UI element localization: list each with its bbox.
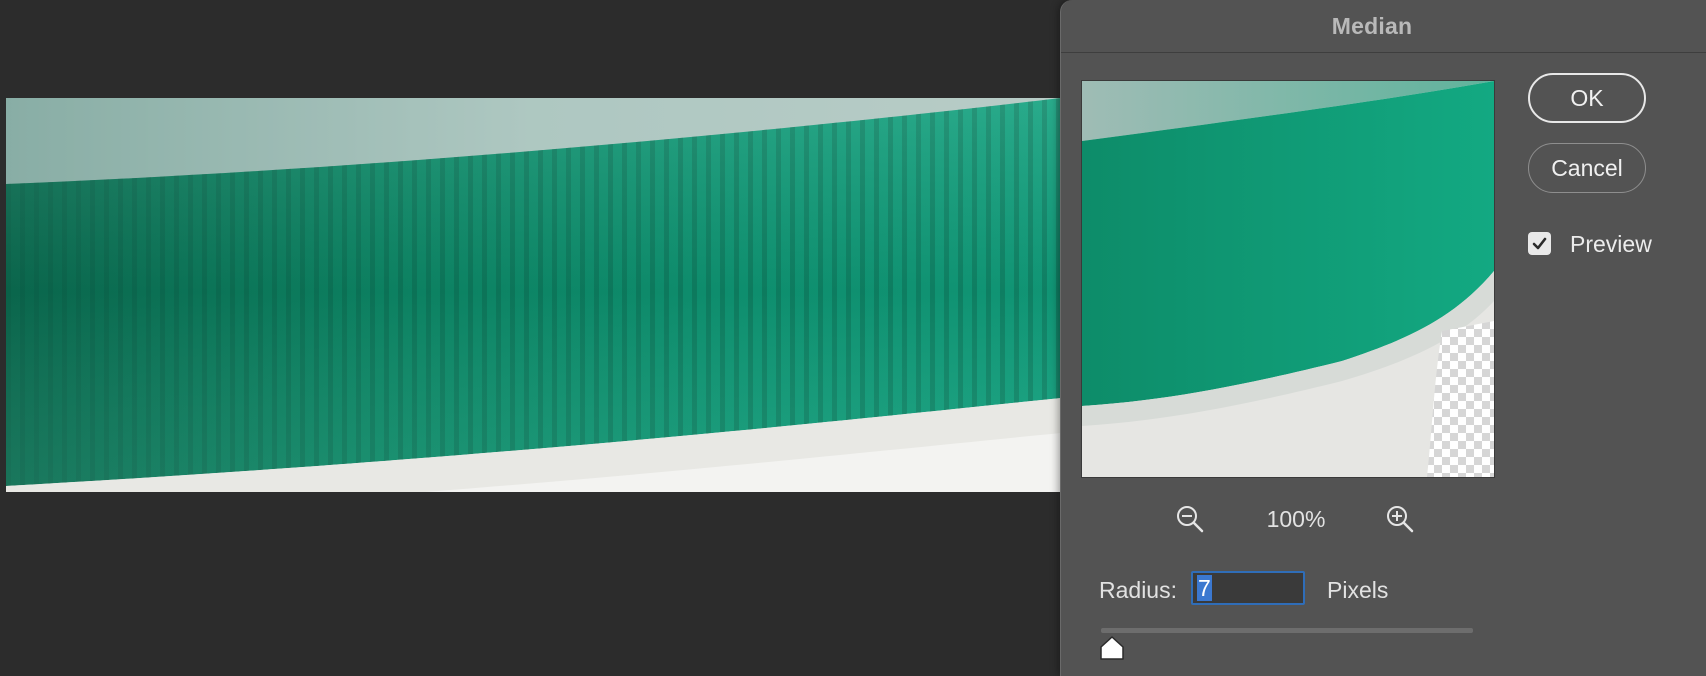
radius-value[interactable]: 7 <box>1197 575 1212 601</box>
radius-input[interactable]: 7 <box>1191 571 1305 605</box>
filter-preview[interactable] <box>1081 80 1495 478</box>
zoom-controls: 100% <box>1081 498 1495 540</box>
zoom-in-icon[interactable] <box>1383 502 1417 536</box>
slider-thumb-icon[interactable] <box>1099 635 1125 661</box>
radius-label: Radius: <box>1099 577 1177 603</box>
zoom-level: 100% <box>1266 506 1326 532</box>
preview-option[interactable]: Preview <box>1528 230 1698 260</box>
units-label: Pixels <box>1327 577 1389 603</box>
ok-button[interactable]: OK <box>1528 73 1646 123</box>
preview-label: Preview <box>1570 231 1652 257</box>
radius-slider-track[interactable] <box>1101 628 1473 633</box>
radius-row: Radius: 7 Pixels <box>1099 570 1519 610</box>
zoom-out-icon[interactable] <box>1173 502 1207 536</box>
dialog-title: Median <box>1331 12 1413 39</box>
workspace: Median 100% Radius: 7 Pixels OK Cancel P… <box>0 0 1706 676</box>
canvas-image <box>6 98 1061 492</box>
median-dialog: Median 100% Radius: 7 Pixels OK Cancel P… <box>1060 0 1706 676</box>
preview-checkbox[interactable] <box>1528 232 1551 255</box>
checkmark-icon <box>1532 237 1547 250</box>
dialog-titlebar[interactable]: Median <box>1061 0 1706 53</box>
cancel-button[interactable]: Cancel <box>1528 143 1646 193</box>
